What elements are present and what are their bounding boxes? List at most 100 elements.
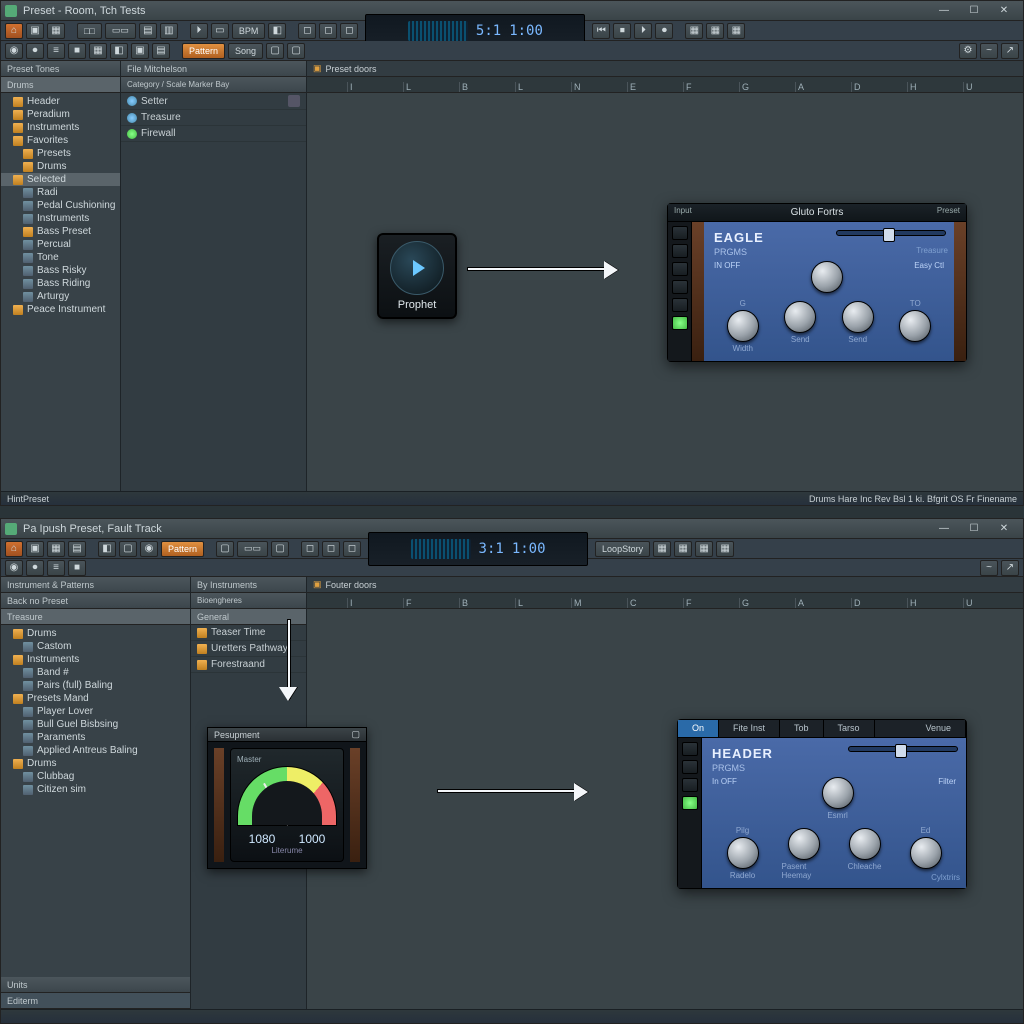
- tree-item[interactable]: Citizen sim: [1, 783, 190, 796]
- b-tb-13[interactable]: ▦: [653, 541, 671, 557]
- b2-6[interactable]: ↗: [1001, 560, 1019, 576]
- browser-tab[interactable]: Drums: [1, 77, 120, 93]
- side-btn-on[interactable]: [682, 796, 698, 810]
- panel-slider[interactable]: [848, 746, 958, 752]
- knob[interactable]: PilgRadelo: [721, 826, 765, 880]
- asset-list[interactable]: SetterTreasureFirewall: [121, 93, 306, 491]
- t2-1[interactable]: ◉: [5, 43, 23, 59]
- b2-5[interactable]: ~: [980, 560, 998, 576]
- loop-label[interactable]: LoopStory: [595, 541, 650, 557]
- knob[interactable]: Ed: [904, 826, 948, 880]
- tab[interactable]: Tob: [780, 720, 824, 737]
- side-btn[interactable]: [672, 298, 688, 312]
- gauge-close-icon[interactable]: ▢: [351, 729, 360, 740]
- b-tb-2[interactable]: ▦: [47, 541, 65, 557]
- tab[interactable]: Fite Inst: [719, 720, 780, 737]
- knob[interactable]: Chleache: [843, 826, 887, 880]
- minimize-button[interactable]: —: [929, 520, 959, 538]
- song-button[interactable]: Song: [228, 43, 263, 59]
- browser-tree[interactable]: HeaderPeradiumInstrumentsFavoritesPreset…: [1, 93, 120, 491]
- browser-tab[interactable]: Treasure: [1, 609, 190, 625]
- canvas[interactable]: Prophet Input Gluto Fortrs Preset: [307, 93, 1023, 491]
- tree-item[interactable]: Selected: [1, 173, 120, 186]
- list-item[interactable]: Setter: [121, 93, 306, 110]
- side-btn[interactable]: [682, 742, 698, 756]
- tree-footer-2[interactable]: Editerm: [1, 993, 190, 1009]
- plugin-tile-prophet[interactable]: Prophet: [377, 233, 457, 319]
- home-button[interactable]: ⌂: [5, 541, 23, 557]
- canvas[interactable]: Pesupment ▢ Master 1080: [307, 609, 1023, 1009]
- browser-tree[interactable]: DrumsCastomInstrumentsBand #Pairs (full)…: [1, 625, 190, 977]
- gauge-window[interactable]: Pesupment ▢ Master 1080: [207, 727, 367, 869]
- tree-item[interactable]: Favorites: [1, 134, 120, 147]
- tbtn-13[interactable]: ⏮: [592, 23, 610, 39]
- tree-item[interactable]: Drums: [1, 160, 120, 173]
- tree-item[interactable]: Tone: [1, 251, 120, 264]
- tree-item[interactable]: Player Lover: [1, 705, 190, 718]
- t2-13[interactable]: ↗: [1001, 43, 1019, 59]
- tbtn-4[interactable]: ▭▭: [105, 23, 136, 39]
- knob[interactable]: Send: [778, 299, 822, 353]
- tbtn-1[interactable]: ▣: [26, 23, 44, 39]
- b-tb-15[interactable]: ▦: [695, 541, 713, 557]
- knob[interactable]: TO: [893, 299, 937, 353]
- tree-item[interactable]: Drums: [1, 627, 190, 640]
- tab-on[interactable]: On: [678, 720, 719, 737]
- tree-item[interactable]: Peace Instrument: [1, 303, 120, 316]
- knob-top[interactable]: Esmrl: [816, 777, 860, 820]
- t2-7[interactable]: ▣: [131, 43, 149, 59]
- list-item[interactable]: Firewall: [121, 126, 306, 142]
- tree-item[interactable]: Instruments: [1, 212, 120, 225]
- tree-item[interactable]: Bass Risky: [1, 264, 120, 277]
- tbtn-2[interactable]: ▦: [47, 23, 65, 39]
- tbtn-12[interactable]: ◻: [340, 23, 358, 39]
- close-button[interactable]: ✕: [989, 520, 1019, 538]
- t2-8[interactable]: ▤: [152, 43, 170, 59]
- tree-item[interactable]: Bass Riding: [1, 277, 120, 290]
- tbtn-18[interactable]: ▦: [706, 23, 724, 39]
- b2-3[interactable]: ≡: [47, 560, 65, 576]
- tbtn-8[interactable]: ▭: [211, 23, 229, 39]
- t2-6[interactable]: ◧: [110, 43, 128, 59]
- instrument-titlebar[interactable]: Input Gluto Fortrs Preset: [668, 204, 966, 222]
- gauge-titlebar[interactable]: Pesupment ▢: [208, 728, 366, 742]
- maximize-button[interactable]: ☐: [959, 520, 989, 538]
- tree-item[interactable]: Instruments: [1, 653, 190, 666]
- tbtn-15[interactable]: ⏵: [634, 23, 652, 39]
- knob-top[interactable]: [805, 261, 849, 293]
- instrument-window[interactable]: On Fite Inst Tob Tarso Venue: [677, 719, 967, 889]
- knob[interactable]: GWidth: [721, 299, 765, 353]
- knob[interactable]: Send: [836, 299, 880, 353]
- b-tb-10[interactable]: ◻: [301, 541, 319, 557]
- pattern-button[interactable]: Pattern: [161, 541, 204, 557]
- maximize-button[interactable]: ☐: [959, 2, 989, 20]
- tree-item[interactable]: Presets: [1, 147, 120, 160]
- tbtn-7[interactable]: ⏵: [190, 23, 208, 39]
- b2-2[interactable]: ⏺: [26, 560, 44, 576]
- tbtn-9[interactable]: ◧: [268, 23, 286, 39]
- tree-item[interactable]: Castom: [1, 640, 190, 653]
- list-item[interactable]: Treasure: [121, 110, 306, 126]
- side-btn[interactable]: [682, 778, 698, 792]
- panel-slider[interactable]: [836, 230, 946, 236]
- side-btn[interactable]: [672, 262, 688, 276]
- b-tb-3[interactable]: ▤: [68, 541, 86, 557]
- tbtn-6[interactable]: ▥: [160, 23, 178, 39]
- b-tb-1[interactable]: ▣: [26, 541, 44, 557]
- b-tb-6[interactable]: ◉: [140, 541, 158, 557]
- tree-item[interactable]: Arturgy: [1, 290, 120, 303]
- tab-right[interactable]: Venue: [911, 720, 966, 737]
- t2-5[interactable]: ▦: [89, 43, 107, 59]
- t2-12[interactable]: ~: [980, 43, 998, 59]
- side-btn[interactable]: [672, 226, 688, 240]
- tbtn-3[interactable]: □□: [77, 23, 102, 39]
- side-btn-on[interactable]: [672, 316, 688, 330]
- b-tb-7[interactable]: ▢: [216, 541, 234, 557]
- t2-2[interactable]: ⏺: [26, 43, 44, 59]
- tree-item[interactable]: Bull Guel Bisbsing: [1, 718, 190, 731]
- pattern-button[interactable]: Pattern: [182, 43, 225, 59]
- b-tb-8[interactable]: ▭▭: [237, 541, 268, 557]
- tree-item[interactable]: Pedal Cushioning: [1, 199, 120, 212]
- tbtn-17[interactable]: ▦: [685, 23, 703, 39]
- t2-3[interactable]: ≡: [47, 43, 65, 59]
